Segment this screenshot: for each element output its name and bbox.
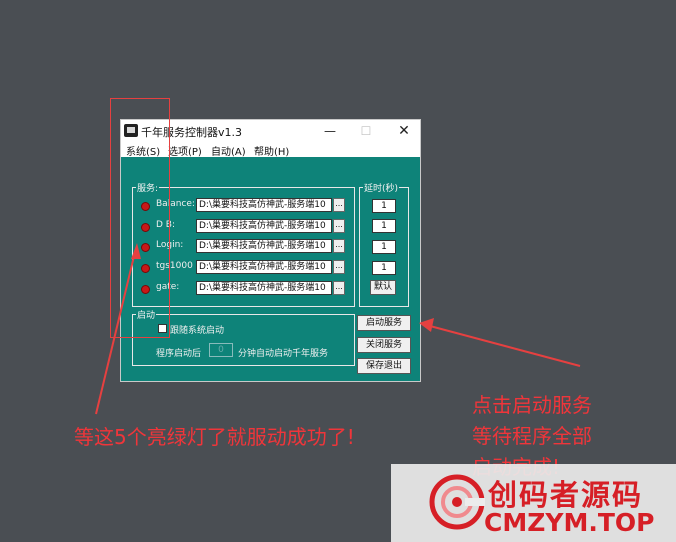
left-arrow-line: [95, 251, 136, 415]
annotation-right-note-line2: 等待程序全部: [472, 424, 592, 448]
annotation-right-note-line1: 点击启动服务: [472, 393, 592, 417]
watermark: 创码者源码 CMZYM.TOP: [391, 464, 676, 542]
right-arrowhead: [419, 318, 434, 332]
watermark-domain: CMZYM.TOP: [484, 508, 655, 537]
annotation-left-note: 等这5个亮绿灯了就服动成功了!: [74, 425, 355, 449]
watermark-logo-icon: [429, 474, 485, 530]
right-arrow-line: [429, 325, 581, 367]
left-arrowhead: [131, 243, 141, 259]
annotation-arrows: [95, 243, 581, 415]
